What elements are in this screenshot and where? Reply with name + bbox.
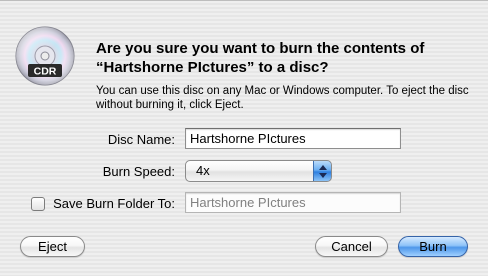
cdr-label-text: CDR — [34, 66, 57, 78]
eject-button[interactable]: Eject — [20, 236, 85, 257]
burn-disc-dialog: CDR Are you sure you want to burn the co… — [0, 0, 488, 276]
save-burn-folder-checkbox[interactable] — [31, 197, 45, 211]
dialog-heading: Are you sure you want to burn the conten… — [96, 40, 425, 76]
dialog-message: You can use this disc on any Mac or Wind… — [96, 85, 469, 111]
up-down-arrows-icon — [313, 161, 331, 181]
burn-button[interactable]: Burn — [398, 236, 468, 257]
disc-name-field[interactable]: Hartshorne PIctures — [185, 128, 401, 149]
burn-speed-value: 4x — [196, 163, 210, 178]
disc-name-label: Disc Name: — [107, 132, 175, 147]
cancel-button[interactable]: Cancel — [315, 236, 388, 257]
cdr-disc-icon: CDR — [14, 25, 76, 87]
save-burn-folder-label[interactable]: Save Burn Folder To: — [53, 196, 175, 212]
burn-speed-popup[interactable]: 4x — [185, 160, 332, 182]
save-burn-folder-field: Hartshorne PIctures — [185, 192, 401, 213]
burn-speed-label: Burn Speed: — [102, 164, 175, 179]
